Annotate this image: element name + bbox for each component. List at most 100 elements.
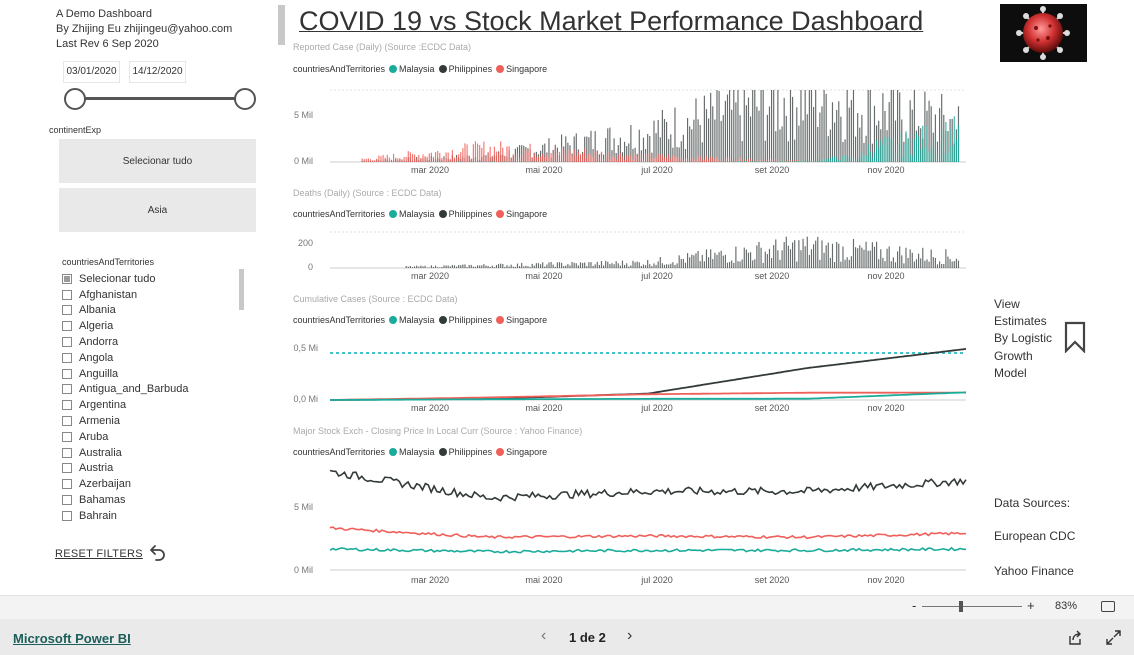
checkbox[interactable] [62, 305, 72, 316]
checkbox[interactable] [62, 321, 72, 332]
checkbox[interactable] [62, 479, 72, 490]
legend-item[interactable]: Philippines [449, 64, 493, 74]
checkbox[interactable] [62, 368, 72, 379]
country-item[interactable]: Aruba [62, 429, 242, 445]
start-date-input[interactable]: 03/01/2020 [63, 61, 120, 83]
country-item[interactable]: Austria [62, 461, 242, 477]
continent-asia-button[interactable]: Asia [59, 188, 256, 232]
legend-item[interactable]: Malaysia [399, 209, 435, 219]
reset-filters-button[interactable]: RESET FILTERS [55, 548, 143, 560]
zoom-slider-handle[interactable] [959, 601, 963, 612]
bar-singapore [687, 158, 689, 162]
checkbox[interactable] [62, 289, 72, 300]
country-item[interactable]: Azerbaijan [62, 476, 242, 492]
bar-philippines [821, 106, 823, 162]
bar-philippines [771, 258, 773, 268]
bar-philippines [863, 249, 865, 268]
bar-malaysia [798, 161, 800, 162]
date-slider-end-handle[interactable] [234, 88, 256, 110]
checkbox[interactable] [62, 352, 72, 363]
bookmark-icon[interactable] [1064, 321, 1086, 353]
country-item[interactable]: Australia [62, 445, 242, 461]
end-date-input[interactable]: 14/12/2020 [129, 61, 186, 83]
checkbox[interactable] [62, 463, 72, 474]
checkbox[interactable] [62, 337, 72, 348]
prev-page-button[interactable]: ‹ [541, 627, 546, 645]
legend-item[interactable]: Singapore [506, 315, 547, 325]
zoom-slider-track[interactable] [922, 606, 1022, 607]
continent-select-all-button[interactable]: Selecionar tudo [59, 139, 256, 183]
reported-cases-chart[interactable] [330, 89, 970, 163]
bar-singapore [451, 150, 453, 162]
checkbox[interactable] [62, 447, 72, 458]
country-item[interactable]: Albania [62, 303, 242, 319]
bar-singapore [609, 159, 611, 162]
legend-item[interactable]: Singapore [506, 64, 547, 74]
legend-item[interactable]: Malaysia [399, 64, 435, 74]
bar-malaysia [733, 161, 735, 162]
checkbox[interactable] [62, 510, 72, 521]
country-item[interactable]: Algeria [62, 318, 242, 334]
date-slider-start-handle[interactable] [64, 88, 86, 110]
legend-item[interactable]: Philippines [449, 315, 493, 325]
bar-malaysia [533, 161, 535, 162]
stock-prices-chart[interactable] [329, 465, 970, 571]
bar-philippines [567, 264, 569, 268]
zoom-out-button[interactable]: - [912, 598, 916, 613]
cumulative-cases-chart[interactable] [330, 340, 970, 401]
bar-philippines [525, 265, 527, 268]
country-item[interactable]: Selecionar tudo [62, 271, 242, 287]
bar-singapore [697, 155, 699, 162]
legend-item[interactable]: Singapore [506, 209, 547, 219]
bar-singapore [558, 151, 561, 162]
bar-singapore [369, 159, 372, 162]
checkbox[interactable] [62, 431, 72, 442]
country-item[interactable]: Bahrain [62, 508, 242, 524]
country-label: Afghanistan [79, 288, 138, 301]
fullscreen-icon[interactable] [1106, 630, 1121, 645]
country-item[interactable]: Angola [62, 350, 242, 366]
bar-malaysia [829, 158, 831, 162]
view-estimates-link[interactable]: View Estimates By Logistic Growth Model [994, 296, 1054, 382]
country-item[interactable]: Armenia [62, 413, 242, 429]
bar-philippines [955, 258, 957, 268]
x-tick-label: set 2020 [754, 403, 790, 413]
country-item[interactable]: Antigua_and_Barbuda [62, 382, 242, 398]
legend-item[interactable]: Singapore [506, 447, 547, 457]
bar-philippines [941, 263, 943, 268]
checkbox[interactable] [62, 416, 72, 427]
bar-philippines [504, 266, 506, 268]
country-item[interactable]: Anguilla [62, 366, 242, 382]
country-item[interactable]: Afghanistan [62, 287, 242, 303]
legend-item[interactable]: Philippines [449, 209, 493, 219]
country-item[interactable]: Argentina [62, 397, 242, 413]
zoom-in-button[interactable]: + [1027, 598, 1035, 613]
legend-item[interactable]: Malaysia [399, 447, 435, 457]
share-icon[interactable] [1067, 630, 1083, 646]
date-range-slider-track[interactable] [75, 97, 245, 100]
next-page-button[interactable]: › [627, 627, 632, 645]
bar-philippines [852, 238, 855, 268]
checkbox[interactable] [62, 495, 72, 506]
undo-icon[interactable] [147, 544, 167, 564]
country-item[interactable]: Andorra [62, 334, 242, 350]
coronavirus-image [1000, 4, 1087, 62]
legend-item[interactable]: Philippines [449, 447, 493, 457]
deaths-chart[interactable] [330, 231, 970, 269]
power-bi-link[interactable]: Microsoft Power BI [13, 631, 131, 646]
bar-singapore [682, 160, 684, 162]
bar-philippines [747, 97, 750, 162]
checkbox[interactable] [62, 384, 72, 395]
bar-malaysia [544, 161, 546, 162]
fit-to-page-icon[interactable] [1101, 601, 1115, 612]
checkbox[interactable] [62, 400, 72, 411]
checkbox[interactable] [62, 273, 72, 284]
country-item[interactable]: Bahamas [62, 492, 242, 508]
country-slicer-label: countriesAndTerritories [62, 257, 155, 267]
bar-philippines [796, 261, 798, 268]
bar-philippines [901, 255, 903, 268]
bar-singapore [718, 160, 720, 162]
legend-item[interactable]: Malaysia [399, 315, 435, 325]
bar-philippines [836, 242, 838, 268]
country-list-scrollbar[interactable] [239, 269, 244, 310]
